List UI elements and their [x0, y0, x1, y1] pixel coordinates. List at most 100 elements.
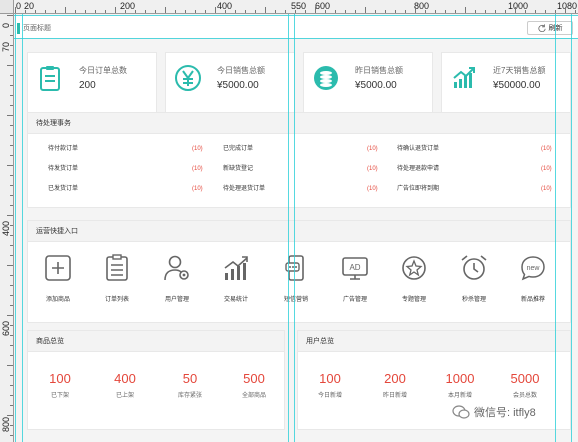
stat-card-yesterday-sales: 昨日销售总额 ¥5000.00 — [303, 52, 433, 114]
ruler-tick — [10, 325, 13, 326]
ruler-tick — [7, 65, 13, 66]
guide-line — [555, 0, 556, 442]
ruler-tick — [305, 10, 306, 13]
shortcut-add-product[interactable]: 添加商品 — [28, 253, 88, 303]
ruler-tick — [525, 10, 526, 13]
ruler-tick — [155, 10, 156, 13]
todo-count: (10) — [367, 166, 378, 172]
ruler-label: 600 — [1, 320, 11, 336]
ruler-tick — [225, 10, 226, 13]
ruler-tick — [465, 7, 466, 13]
ruler-tick — [335, 10, 336, 13]
shortcut-order-list[interactable]: 订单列表 — [87, 253, 147, 303]
ruler-label: 800 — [414, 1, 430, 11]
todo-count: (10) — [541, 186, 552, 192]
shortcut-topic-management[interactable]: 专题管理 — [384, 253, 444, 303]
ruler-tick — [145, 10, 146, 13]
todo-count: (10) — [367, 146, 378, 152]
ruler-tick — [115, 7, 116, 13]
ruler-tick — [7, 115, 13, 116]
ruler-tick — [395, 10, 396, 13]
ruler-tick — [10, 155, 13, 156]
ruler-left: 0 70 400 600 800 — [0, 0, 14, 442]
stat-label: 今日订单总数 — [79, 66, 127, 75]
page-header: 页面标题 刷新 — [15, 15, 578, 39]
ruler-tick — [10, 375, 13, 376]
ruler-tick — [10, 355, 13, 356]
shortcut-sms-marketing[interactable]: 短信营销 — [266, 253, 326, 303]
todo-item[interactable]: 待发货订单 — [48, 159, 78, 179]
ruler-label: 600 — [315, 1, 331, 11]
overview-value: 100 — [319, 371, 341, 386]
todo-row: 待付款订单 (10) 已完成订单 (10) 待确认退货订单 (10) — [28, 139, 570, 159]
refresh-button[interactable]: 刷新 — [527, 21, 573, 35]
todo-item[interactable]: 待处理退货订单 — [223, 179, 265, 199]
todo-item[interactable]: 待确认退货订单 — [397, 139, 439, 159]
ruler-top: 0 20 200 400 550 600 800 1000 1080 — [0, 0, 578, 14]
todo-item[interactable]: 广告位即将到期 — [397, 179, 439, 199]
todo-item[interactable]: 新缺货登记 — [223, 159, 253, 179]
ad-screen-icon: AD — [342, 257, 368, 280]
ruler-tick — [415, 7, 416, 13]
shortcut-new-recommend[interactable]: new 新品推荐 — [503, 253, 563, 303]
shortcut-ad-management[interactable]: AD 广告管理 — [325, 253, 385, 303]
ruler-tick — [10, 45, 13, 46]
ruler-tick — [195, 10, 196, 13]
clipboard-icon — [40, 66, 60, 91]
overview-item: 100 已下架 — [30, 371, 90, 399]
ruler-tick — [10, 125, 13, 126]
ruler-tick — [7, 165, 13, 166]
todo-item[interactable]: 已完成订单 — [223, 139, 253, 159]
svg-text:AD: AD — [349, 263, 360, 272]
todo-item[interactable]: 待处理退款申请 — [397, 159, 439, 179]
overview-item: 500 全部商品 — [224, 371, 284, 399]
guide-line — [288, 0, 289, 442]
guide-line — [571, 0, 572, 442]
product-overview-panel: 商品总览 100 已下架 400 已上架 50 库存紧张 500 全部商品 — [27, 330, 285, 430]
ruler-tick — [355, 10, 356, 13]
overview-item: 200 昨日新增 — [365, 371, 425, 399]
ruler-tick — [175, 10, 176, 13]
ruler-tick — [285, 10, 286, 13]
new-bubble-icon: new — [521, 256, 545, 281]
overview-label: 已上架 — [115, 393, 134, 399]
ruler-tick — [85, 10, 86, 13]
ruler-tick — [10, 255, 13, 256]
product-overview-title: 商品总览 — [28, 331, 284, 352]
stat-value: ¥5000.00 — [355, 80, 397, 91]
todo-item[interactable]: 已发货订单 — [48, 179, 78, 199]
add-box-icon — [45, 255, 71, 281]
ruler-tick — [7, 15, 13, 16]
overview-label: 今日新增 — [317, 393, 342, 399]
ruler-tick — [95, 10, 96, 13]
ruler-tick — [375, 10, 376, 13]
shortcut-label: 用户管理 — [164, 297, 189, 303]
overview-value: 1000 — [445, 371, 475, 386]
design-canvas: 页面标题 刷新 今日订单总数 200 今日销售总额 ¥5000.00 昨日销售总… — [0, 0, 578, 442]
ruler-tick — [10, 285, 13, 286]
ruler-tick — [55, 10, 56, 13]
ruler-tick — [345, 10, 346, 13]
guide-line — [294, 0, 295, 442]
shortcut-user-management[interactable]: 用户管理 — [147, 253, 207, 303]
ruler-tick — [7, 265, 13, 266]
ruler-tick — [245, 10, 246, 13]
ruler-tick — [435, 10, 436, 13]
ruler-tick — [10, 55, 13, 56]
shortcut-flash-sale[interactable]: 秒杀管理 — [444, 253, 504, 303]
ruler-tick — [475, 10, 476, 13]
overview-value: 5000 — [510, 371, 540, 386]
overview-value: 500 — [243, 371, 265, 386]
ruler-corner — [0, 0, 14, 14]
ruler-tick — [7, 215, 13, 216]
watermark-text: 微信号: itfly8 — [474, 407, 536, 419]
bar-trend-icon — [224, 256, 248, 280]
ruler-tick — [545, 10, 546, 13]
shortcut-trade-stats[interactable]: 交易统计 — [206, 253, 266, 303]
ruler-tick — [10, 85, 13, 86]
star-circle-icon — [402, 256, 426, 280]
ruler-tick — [25, 10, 26, 13]
user-gear-icon — [164, 255, 189, 281]
todo-item[interactable]: 待付款订单 — [48, 139, 78, 159]
overview-label: 全部商品 — [241, 393, 266, 399]
